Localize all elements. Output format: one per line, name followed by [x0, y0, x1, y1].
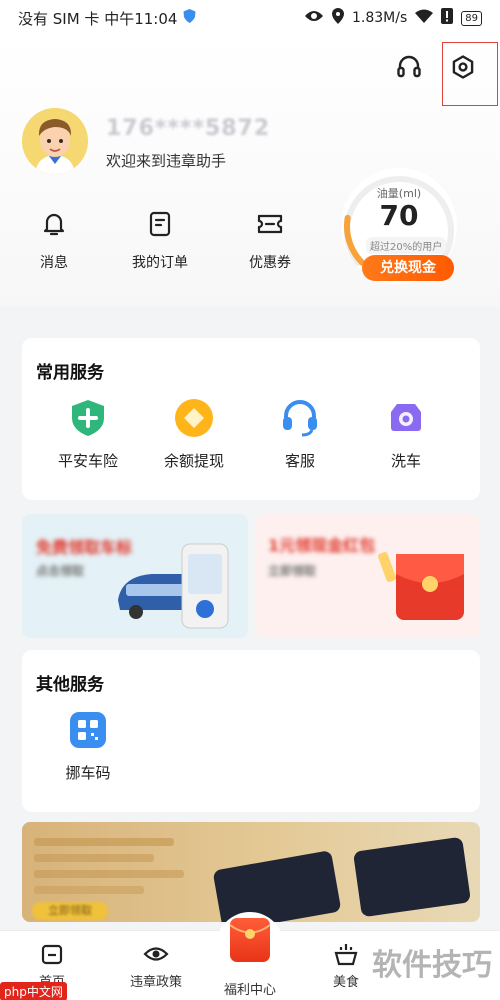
watermark-logo: php中文网 — [0, 982, 67, 1000]
service-withdraw[interactable]: 余额提现 — [149, 398, 239, 471]
headset-icon — [397, 55, 421, 78]
banner-free-sticker[interactable]: 免费领取车标 点击领取 — [22, 514, 248, 638]
service-move-car-code[interactable]: 挪车码 — [43, 710, 133, 783]
promo-button[interactable]: 立即领取 — [32, 902, 108, 920]
tab-welfare-center[interactable]: 福利中心 — [200, 979, 300, 998]
car-phone-illustration — [118, 543, 229, 629]
alert-icon — [441, 8, 454, 28]
bell-icon — [40, 210, 68, 238]
shield-icon — [183, 9, 196, 27]
settings-button[interactable] — [448, 52, 478, 82]
carrier-time: 没有 SIM 卡 中午11:04 — [18, 9, 178, 28]
eye-icon — [143, 941, 169, 967]
net-speed: 1.83M/s — [352, 10, 408, 26]
banner-red-packet[interactable]: 1元领现金红包 立即领取 — [256, 514, 480, 638]
avatar[interactable] — [22, 108, 88, 174]
gear-icon — [452, 55, 474, 79]
fuel-gauge[interactable]: 油量(ml) 70 超过20%的用户 兑换现金 — [338, 165, 460, 287]
quick-action-messages[interactable]: 消息 — [14, 210, 94, 272]
service-label: 客服 — [284, 452, 315, 470]
eye-status-icon — [304, 9, 324, 27]
quick-action-label: 我的订单 — [132, 255, 188, 271]
quick-action-orders[interactable]: 我的订单 — [120, 210, 200, 272]
center-welfare-button[interactable] — [216, 912, 284, 980]
food-icon — [333, 941, 359, 967]
tab-violation-policy[interactable]: 违章政策 — [106, 941, 206, 990]
service-label: 平安车险 — [57, 452, 118, 470]
location-icon — [332, 8, 344, 28]
service-label: 洗车 — [390, 452, 421, 470]
other-services-card: 其他服务 挪车码 — [22, 650, 480, 812]
service-label: 挪车码 — [65, 764, 111, 782]
promo-banner[interactable]: 立即领取 — [22, 822, 480, 922]
common-services-card: 常用服务 平安车险 余额提现 客服 洗车 — [22, 338, 480, 500]
gauge-value: 70 — [379, 199, 419, 232]
masked-phone: 176****5872 — [106, 116, 271, 141]
battery-indicator: 89 — [461, 10, 482, 26]
coupon-icon — [256, 210, 284, 238]
tab-label: 福利中心 — [223, 983, 276, 998]
gauge-subtext: 超过20%的用户 — [366, 237, 447, 254]
shield-plus-icon — [68, 398, 108, 438]
status-bar: 没有 SIM 卡 中午11:04 1.83M/s 89 — [0, 0, 500, 36]
headset-icon — [280, 398, 320, 438]
common-services-title: 常用服务 — [36, 363, 104, 383]
exchange-cash-button[interactable]: 兑换现金 — [362, 255, 454, 281]
watermark-text: 软件技巧 — [372, 948, 492, 983]
qr-code-icon — [68, 710, 108, 750]
service-car-wash[interactable]: 洗车 — [361, 398, 451, 471]
welcome-text: 欢迎来到违章助手 — [106, 152, 227, 170]
service-insurance[interactable]: 平安车险 — [43, 398, 133, 471]
wifi-icon — [415, 9, 434, 27]
service-label: 余额提现 — [163, 452, 224, 470]
quick-action-coupons[interactable]: 优惠券 — [230, 210, 310, 272]
red-packet-illustration — [378, 552, 464, 620]
quick-action-label: 消息 — [40, 255, 68, 271]
car-wash-icon — [386, 398, 426, 438]
order-icon — [146, 210, 174, 238]
service-customer-care[interactable]: 客服 — [255, 398, 345, 471]
headset-button[interactable] — [394, 52, 424, 82]
quick-action-label: 优惠券 — [249, 255, 291, 271]
home-icon — [39, 941, 65, 967]
other-services-title: 其他服务 — [36, 675, 104, 695]
coin-icon — [174, 398, 214, 438]
tab-label: 违章政策 — [129, 975, 182, 990]
red-packet-icon — [229, 918, 271, 962]
